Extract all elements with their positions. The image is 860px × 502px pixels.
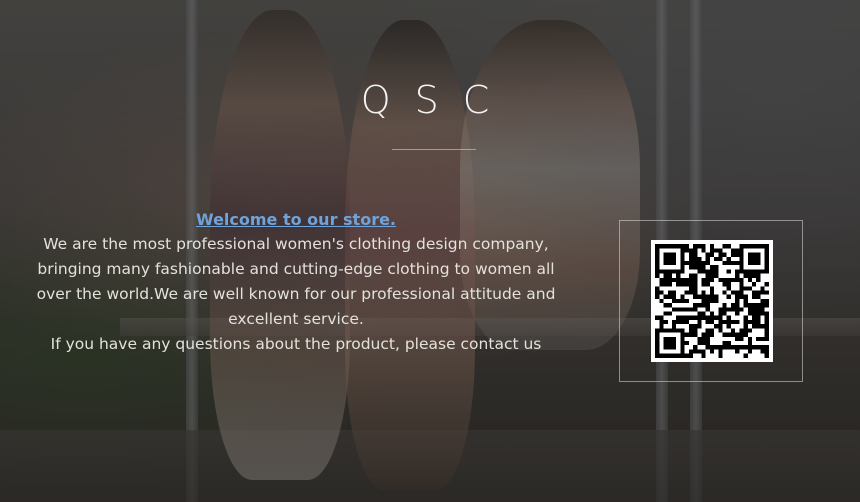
welcome-link[interactable]: Welcome to our store. — [28, 207, 564, 232]
description-line: We are the most professional women's clo… — [43, 235, 549, 253]
brand-title: QSC — [360, 78, 514, 122]
hero-banner: QSC Welcome to our store. We are the mos… — [0, 0, 860, 502]
description-line: excellent service. — [228, 310, 364, 328]
qr-code[interactable] — [651, 240, 773, 362]
description-line: bringing many fashionable and cutting-ed… — [37, 260, 555, 278]
description-line: over the world.We are well known for our… — [36, 285, 556, 303]
contact-line: If you have any questions about the prod… — [50, 335, 542, 353]
store-description: Welcome to our store. We are the most pr… — [28, 207, 564, 357]
title-divider — [392, 149, 476, 150]
